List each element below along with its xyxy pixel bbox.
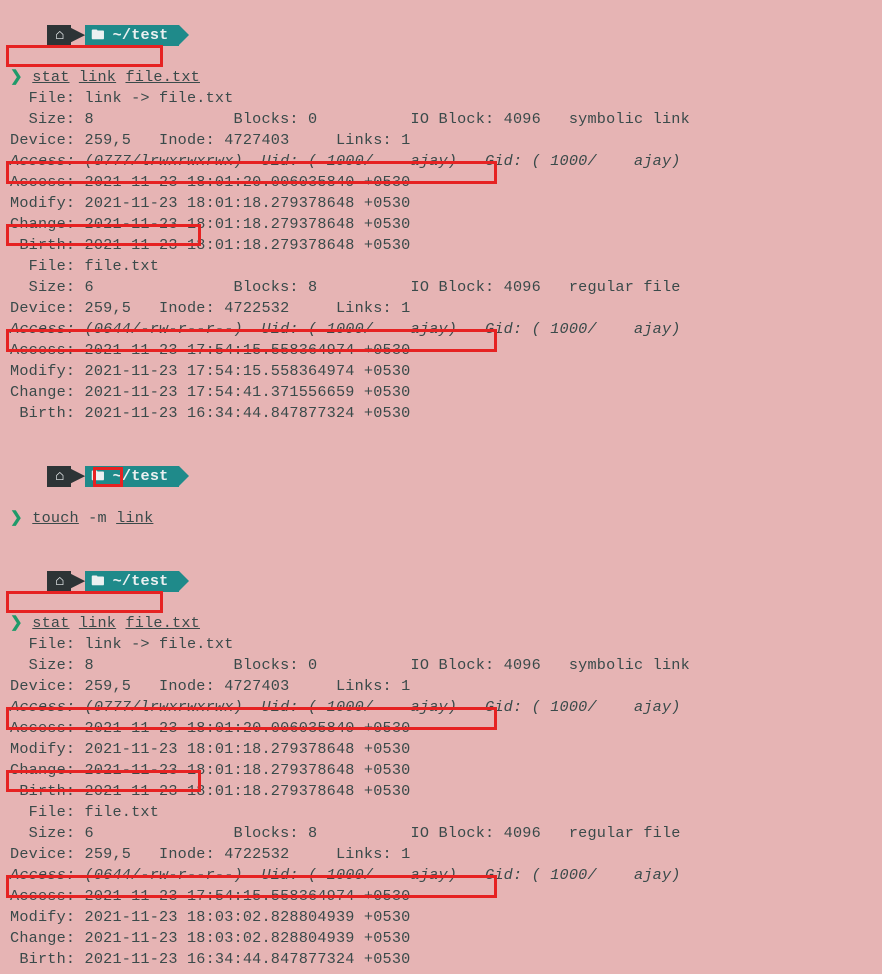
chevron-right-icon: ▶ xyxy=(71,466,86,487)
output-line: Change: 2021-11-23 18:03:02.828804939 +0… xyxy=(10,928,872,949)
output-line: Access: 2021-11-23 18:01:20.006035840 +0… xyxy=(10,172,872,193)
prompt-line: ⌂▶🖿 ~/test xyxy=(10,4,872,67)
output-line: File: file.txt xyxy=(10,802,872,823)
output-line: Access: (0644/-rw-r--r--) Uid: ( 1000/ a… xyxy=(10,865,872,886)
prompt-symbol: ❯ xyxy=(10,614,23,632)
command-text: stat link file.txt xyxy=(32,614,200,632)
command-text: touch -m link xyxy=(32,509,153,527)
terminal-block-1: ⌂▶🖿 ~/test ❯ stat link file.txt File: li… xyxy=(10,4,872,424)
output-line: Access: (0777/lrwxrwxrwx) Uid: ( 1000/ a… xyxy=(10,697,872,718)
output-line: Size: 6 Blocks: 8 IO Block: 4096 regular… xyxy=(10,277,872,298)
output-line: Change: 2021-11-23 18:01:18.279378648 +0… xyxy=(10,760,872,781)
prompt-badge: ⌂▶🖿 ~/test xyxy=(47,571,178,592)
output-line: Change: 2021-11-23 17:54:41.371556659 +0… xyxy=(10,382,872,403)
output-line: Device: 259,5 Inode: 4727403 Links: 1 xyxy=(10,130,872,151)
prompt-badge: ⌂▶🖿 ~/test xyxy=(47,466,178,487)
folder-icon: 🖿 xyxy=(91,574,112,589)
prompt-badge: ⌂▶🖿 ~/test xyxy=(47,25,178,46)
prompt-home-icon: ⌂ xyxy=(47,25,70,46)
output-line: Modify: 2021-11-23 17:54:15.558364974 +0… xyxy=(10,361,872,382)
terminal-block-3: ⌂▶🖿 ~/test ❯ stat link file.txt File: li… xyxy=(10,550,872,970)
output-line: Size: 8 Blocks: 0 IO Block: 4096 symboli… xyxy=(10,655,872,676)
command-line[interactable]: ❯ stat link file.txt xyxy=(10,67,872,88)
prompt-home-icon: ⌂ xyxy=(47,466,70,487)
command-text: stat link file.txt xyxy=(32,68,200,86)
output-line: Access: (0644/-rw-r--r--) Uid: ( 1000/ a… xyxy=(10,319,872,340)
chevron-right-icon: ▶ xyxy=(71,571,86,592)
output-line: Device: 259,5 Inode: 4722532 Links: 1 xyxy=(10,298,872,319)
output-line: File: file.txt xyxy=(10,256,872,277)
output-line: Device: 259,5 Inode: 4722532 Links: 1 xyxy=(10,844,872,865)
output-line: File: link -> file.txt xyxy=(10,634,872,655)
output-line: Birth: 2021-11-23 16:34:44.847877324 +05… xyxy=(10,949,872,970)
output-line: Birth: 2021-11-23 18:01:18.279378648 +05… xyxy=(10,781,872,802)
output-line: Access: 2021-11-23 18:01:20.006035840 +0… xyxy=(10,718,872,739)
prompt-line: ⌂▶🖿 ~/test xyxy=(10,550,872,613)
prompt-path: 🖿 ~/test xyxy=(85,466,178,487)
output-line: Access: (0777/lrwxrwxrwx) Uid: ( 1000/ a… xyxy=(10,151,872,172)
output-line: Size: 6 Blocks: 8 IO Block: 4096 regular… xyxy=(10,823,872,844)
output-line: Modify: 2021-11-23 18:01:18.279378648 +0… xyxy=(10,739,872,760)
folder-icon: 🖿 xyxy=(91,469,112,484)
prompt-symbol: ❯ xyxy=(10,509,23,527)
chevron-right-icon: ▶ xyxy=(71,25,86,46)
command-line[interactable]: ❯ stat link file.txt xyxy=(10,613,872,634)
output-line: Access: 2021-11-23 17:54:15.558364974 +0… xyxy=(10,340,872,361)
output-line: Device: 259,5 Inode: 4727403 Links: 1 xyxy=(10,676,872,697)
output-line: Birth: 2021-11-23 18:01:18.279378648 +05… xyxy=(10,235,872,256)
prompt-path: 🖿 ~/test xyxy=(85,571,178,592)
output-line: Modify: 2021-11-23 18:01:18.279378648 +0… xyxy=(10,193,872,214)
prompt-symbol: ❯ xyxy=(10,68,23,86)
output-line: Access: 2021-11-23 17:54:15.558364974 +0… xyxy=(10,886,872,907)
prompt-line: ⌂▶🖿 ~/test xyxy=(10,445,872,508)
output-line: File: link -> file.txt xyxy=(10,88,872,109)
prompt-home-icon: ⌂ xyxy=(47,571,70,592)
prompt-path: 🖿 ~/test xyxy=(85,25,178,46)
folder-icon: 🖿 xyxy=(91,28,112,43)
command-line[interactable]: ❯ touch -m link xyxy=(10,508,872,529)
terminal-block-2: ⌂▶🖿 ~/test ❯ touch -m link xyxy=(10,445,872,529)
output-line: Birth: 2021-11-23 16:34:44.847877324 +05… xyxy=(10,403,872,424)
output-line: Modify: 2021-11-23 18:03:02.828804939 +0… xyxy=(10,907,872,928)
output-line: Size: 8 Blocks: 0 IO Block: 4096 symboli… xyxy=(10,109,872,130)
output-line: Change: 2021-11-23 18:01:18.279378648 +0… xyxy=(10,214,872,235)
